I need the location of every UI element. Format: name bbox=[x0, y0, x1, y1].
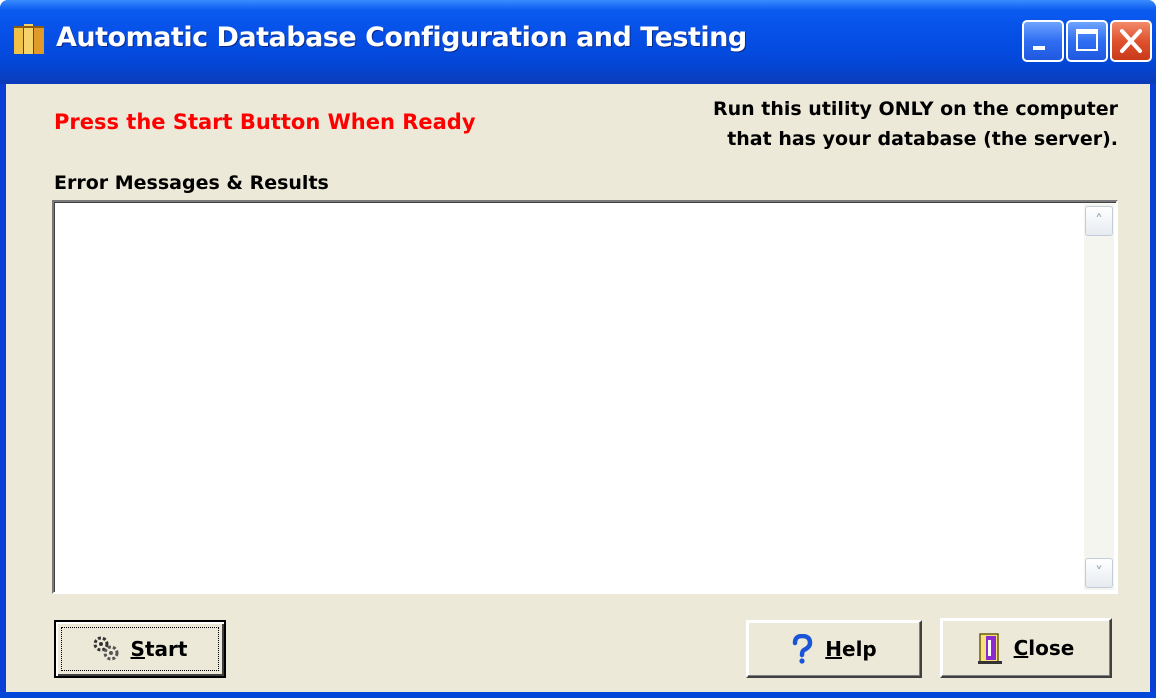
question-mark-icon bbox=[793, 634, 813, 664]
dialog-window: Automatic Database Configuration and Tes… bbox=[0, 0, 1156, 698]
scroll-up-button[interactable]: ˄ bbox=[1085, 206, 1113, 236]
close-button-label: Close bbox=[1013, 636, 1075, 660]
scroll-down-button[interactable]: ˅ bbox=[1085, 558, 1113, 588]
close-icon bbox=[1120, 29, 1142, 53]
close-window-button[interactable] bbox=[1110, 20, 1152, 62]
title-bar[interactable]: Automatic Database Configuration and Tes… bbox=[0, 0, 1156, 84]
help-button[interactable]: Help bbox=[746, 620, 922, 678]
help-button-label: Help bbox=[825, 637, 877, 661]
start-prompt-label: Press the Start Button When Ready bbox=[54, 110, 476, 134]
minimize-icon bbox=[1033, 46, 1045, 50]
close-button[interactable]: Close bbox=[940, 618, 1112, 678]
window-title: Automatic Database Configuration and Tes… bbox=[56, 22, 747, 53]
maximize-icon bbox=[1076, 29, 1098, 51]
chevron-down-icon: ˅ bbox=[1095, 563, 1103, 582]
dialog-client-area: Press the Start Button When Ready Run th… bbox=[6, 84, 1150, 692]
focus-rectangle bbox=[61, 627, 219, 671]
results-label: Error Messages & Results bbox=[54, 172, 329, 194]
vertical-scrollbar[interactable]: ˄ ˅ bbox=[1084, 204, 1114, 590]
start-button[interactable]: Start bbox=[54, 620, 226, 678]
results-textbox[interactable]: ˄ ˅ bbox=[52, 200, 1118, 594]
exit-door-icon bbox=[977, 633, 1002, 664]
window-frame-bottom bbox=[0, 692, 1156, 698]
app-icon bbox=[14, 24, 44, 54]
chevron-up-icon: ˄ bbox=[1095, 211, 1103, 230]
minimize-button[interactable] bbox=[1022, 20, 1064, 62]
server-notice-label: Run this utility ONLY on the computer th… bbox=[712, 98, 1118, 150]
maximize-button[interactable] bbox=[1066, 20, 1108, 62]
